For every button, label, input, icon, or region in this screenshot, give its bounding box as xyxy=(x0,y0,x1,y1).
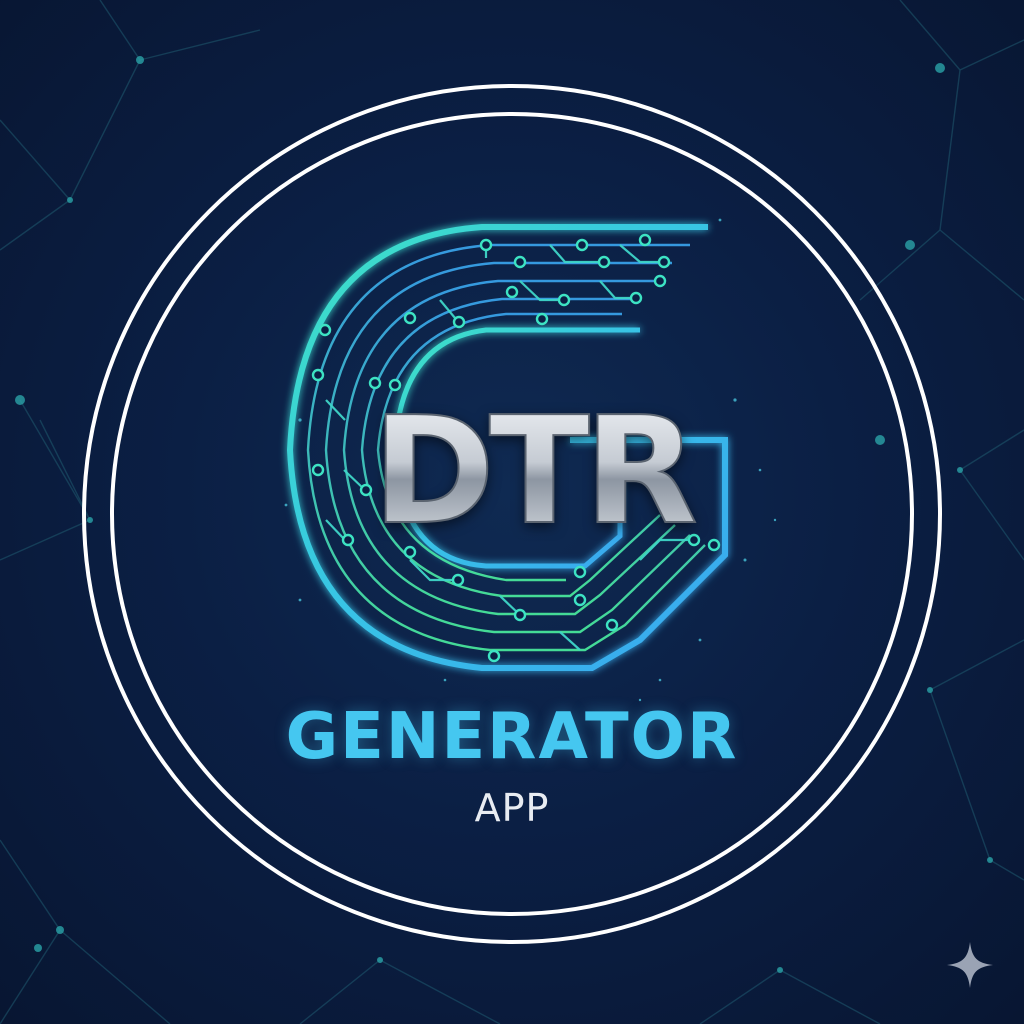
logo-canvas: DTR GENERATOR APP xyxy=(0,0,1024,1024)
app-subtitle: APP xyxy=(474,786,550,830)
app-name: GENERATOR xyxy=(285,700,739,774)
sparkle-icon xyxy=(947,942,993,988)
monogram: DTR xyxy=(371,384,702,558)
monogram-text: DTR xyxy=(372,385,695,557)
